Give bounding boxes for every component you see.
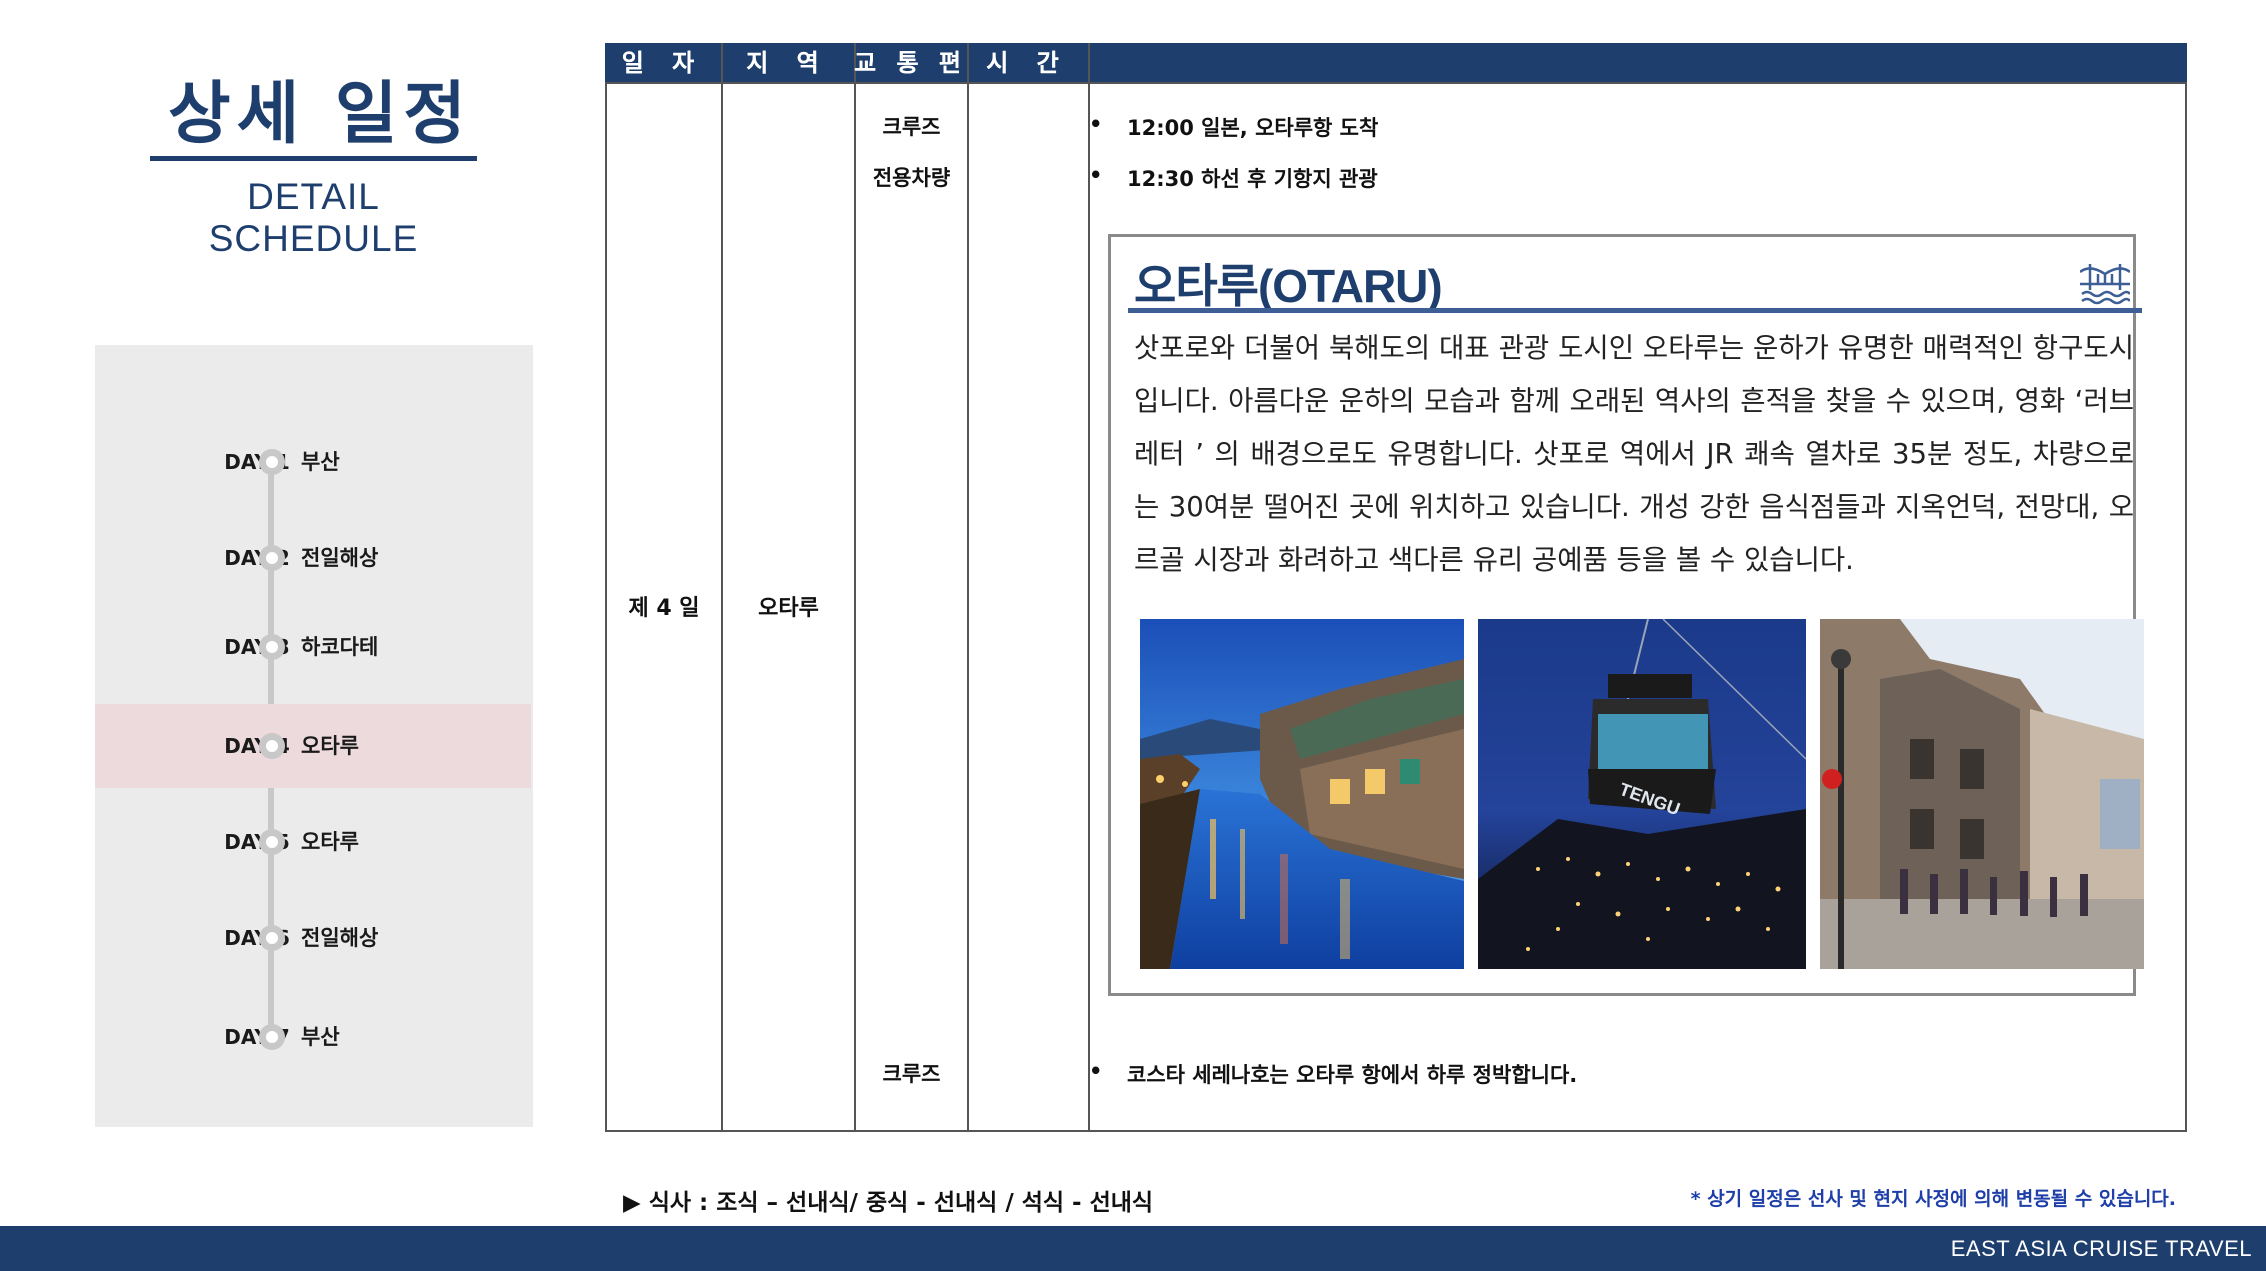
timeline-dot-icon (259, 449, 285, 475)
day-place: 전일해상 (301, 546, 379, 570)
cell-day: 제 4 일 (628, 596, 700, 621)
footer-bar: EAST ASIA CRUISE TRAVEL (0, 1226, 2266, 1271)
otaru-street-photo (1820, 619, 2144, 969)
day-item-1[interactable]: DAY 1 부산 (95, 420, 531, 504)
schedule-change-note: * 상기 일정은 선사 및 현지 사정에 의해 변동될 수 있습니다. (1690, 1188, 2176, 1210)
otaru-canal-night-photo (1140, 619, 1464, 969)
day-place: 오타루 (301, 830, 359, 854)
table-header-overlay: 일 자 지 역 교 통 편 시 간 (605, 43, 2187, 83)
cell-region: 오타루 (758, 596, 819, 621)
title-divider (150, 156, 477, 161)
page-title: 상세 일정 (168, 75, 472, 154)
cell-transport: 전용차량 (872, 166, 951, 190)
schedule-bullet: 코스타 세레나호는 오타루 항에서 하루 정박합니다. (1089, 1059, 1577, 1089)
day-place: 전일해상 (301, 926, 379, 950)
timeline-dot-icon (259, 733, 285, 759)
timeline-dot-icon (259, 925, 285, 951)
day-place: 부산 (301, 450, 340, 474)
timeline-dot-icon (259, 634, 285, 660)
cell-transport: 크루즈 (882, 115, 941, 139)
column-divider (854, 43, 856, 1132)
header-date: 일 자 (621, 49, 705, 77)
otaru-description: 삿포로와 더불어 북해도의 대표 관광 도시인 오타루는 운하가 유명한 매력적… (1134, 332, 2134, 576)
timeline-dot-icon (259, 545, 285, 571)
bridge-icon (2080, 264, 2130, 305)
schedule-bullet: 12:30 하선 후 기항지 관광 (1089, 163, 1378, 193)
day-item-3[interactable]: DAY 3 하코다테 (95, 605, 531, 689)
day-item-5[interactable]: DAY 5 오타루 (95, 800, 531, 884)
header-transport: 교 통 편 (854, 49, 967, 77)
day-item-7[interactable]: DAY 7 부산 (95, 995, 531, 1079)
day-place: 오타루 (301, 734, 359, 758)
otaru-title-divider (1128, 308, 2142, 313)
header-time: 시 간 (986, 49, 1069, 77)
header-region: 지 역 (746, 49, 829, 77)
timeline-dot-icon (259, 1024, 285, 1050)
day-item-4-active[interactable]: DAY 4 오타루 (95, 704, 531, 788)
cell-transport: 크루즈 (882, 1062, 941, 1086)
otaru-title: 오타루(OTARU) (1134, 260, 1443, 312)
schedule-bullet: 12:00 일본, 오타루항 도착 (1089, 112, 1378, 142)
meal-info: ▶ 식사 : 조식 – 선내식/ 중식 - 선내식 / 석식 - 선내식 (623, 1190, 1154, 1216)
page-subtitle: DETAIL SCHEDULE (208, 176, 419, 259)
tengu-ropeway-night-view-photo: TENGU (1478, 619, 1806, 969)
day-item-6[interactable]: DAY 6 전일해상 (95, 896, 531, 980)
day-place: 하코다테 (301, 635, 379, 659)
column-divider (967, 43, 969, 1132)
day-place: 부산 (301, 1025, 340, 1049)
day-item-2[interactable]: DAY 2 전일해상 (95, 516, 531, 600)
column-divider (721, 43, 723, 1132)
timeline-dot-icon (259, 829, 285, 855)
column-divider (1088, 43, 1090, 1132)
footer-brand: EAST ASIA CRUISE TRAVEL (1950, 1236, 2252, 1261)
